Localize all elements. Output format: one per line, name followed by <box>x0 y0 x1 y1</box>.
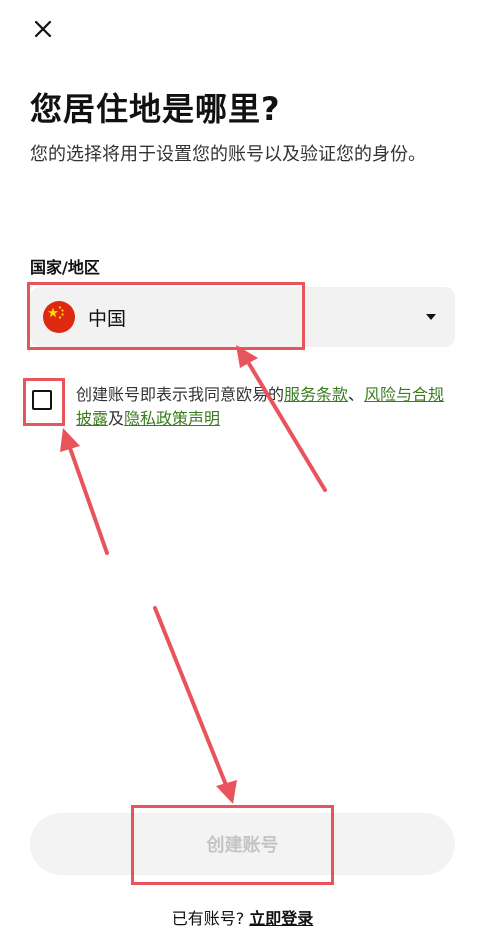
consent-separator: 、 <box>348 385 365 404</box>
selected-country: 中国 <box>88 308 127 330</box>
close-icon <box>34 20 52 38</box>
caret-down-icon <box>426 314 436 320</box>
privacy-policy-link[interactable]: 隐私政策声明 <box>124 409 220 428</box>
consent-conjunction: 及 <box>108 409 125 428</box>
login-link[interactable]: 立即登录 <box>249 909 313 928</box>
page-subtitle: 您的选择将用于设置您的账号以及验证您的身份。 <box>30 144 426 165</box>
has-account-text: 已有账号? <box>171 909 245 928</box>
create-account-button[interactable]: 创建账号 <box>30 813 455 875</box>
terms-checkbox[interactable] <box>32 390 52 410</box>
close-button[interactable] <box>28 14 58 44</box>
page-title: 您居住地是哪里? <box>30 90 281 128</box>
arrow-head-country <box>236 345 258 368</box>
login-row: 已有账号? 立即登录 <box>0 905 485 929</box>
arrow-head-checkbox <box>60 428 80 452</box>
country-region-select[interactable]: 中国 <box>30 287 455 347</box>
country-region-label: 国家/地区 <box>30 258 100 277</box>
china-flag-icon <box>43 301 75 333</box>
arrow-to-create-button <box>153 606 228 787</box>
arrow-to-checkbox <box>68 446 109 555</box>
consent-prefix: 创建账号即表示我同意欧易的 <box>76 385 285 404</box>
terms-of-service-link[interactable]: 服务条款 <box>284 385 348 404</box>
arrow-head-create <box>216 780 237 804</box>
consent-text: 创建账号即表示我同意欧易的服务条款、风险与合规披露及隐私政策声明 <box>76 383 456 431</box>
